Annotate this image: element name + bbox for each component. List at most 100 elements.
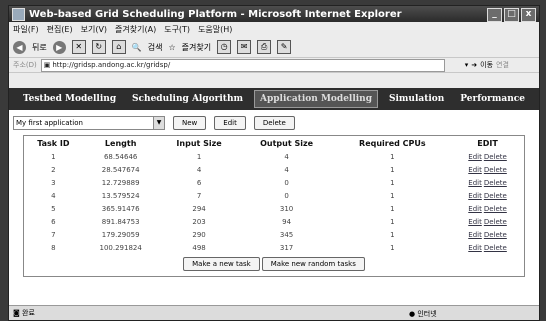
input-size-cell: 294	[192, 204, 206, 213]
window-controls: _ □ x	[487, 8, 536, 22]
header-input-size: Input Size	[176, 138, 222, 148]
row-delete-link[interactable]: Delete	[484, 179, 507, 187]
go-arrow-icon[interactable]: ➜	[471, 61, 477, 69]
edit-cell: Edit Delete	[451, 215, 524, 228]
input-size-cell: 4	[196, 165, 202, 174]
nav-application-modelling[interactable]: Application Modelling	[253, 90, 379, 108]
length-cell: 13.579524	[101, 191, 140, 200]
browser-toolbar: ◀ 뒤로 ▶ ✕ ↻ ⌂ 🔍 검색 ☆ 즐겨찾기 ◷ ✉ ⎙ ✎	[9, 37, 539, 57]
page-icon: ▣	[43, 60, 51, 69]
cpus-cell: 1	[390, 204, 395, 213]
row-edit-link[interactable]: Edit	[468, 218, 482, 226]
task-id-cell: 8	[51, 243, 56, 252]
edit-cell: Edit Delete	[451, 189, 524, 202]
cpus-cell: 1	[390, 217, 395, 226]
print-icon[interactable]: ⎙	[257, 40, 272, 54]
edit-cell: Edit Delete	[451, 241, 524, 254]
page-content: Testbed Modelling Scheduling Algorithm A…	[9, 88, 539, 305]
maximize-button[interactable]: □	[504, 8, 519, 22]
table-row: 3 12.729889 6 0 1 Edit Delete	[24, 176, 524, 189]
row-edit-link[interactable]: Edit	[468, 231, 482, 239]
address-input[interactable]: ▣ http://gridsp.andong.ac.kr/gridsp/	[40, 58, 445, 72]
row-edit-link[interactable]: Edit	[468, 205, 482, 213]
task-id-cell: 3	[51, 178, 56, 187]
close-button[interactable]: x	[521, 8, 536, 22]
row-delete-link[interactable]: Delete	[484, 231, 507, 239]
row-edit-link[interactable]: Edit	[468, 192, 482, 200]
menu-view[interactable]: 보기(V)	[81, 24, 107, 35]
task-id-cell: 1	[51, 152, 56, 161]
browser-window: Web-based Grid Scheduling Platform - Mic…	[8, 5, 540, 321]
table-row: 5 365.91476 294 310 1 Edit Delete	[24, 202, 524, 215]
mail-icon[interactable]: ✉	[237, 40, 252, 54]
edit-button[interactable]: Edit	[214, 116, 246, 130]
delete-button[interactable]: Delete	[253, 116, 295, 130]
back-label[interactable]: 뒤로	[32, 42, 47, 53]
length-cell: 12.729889	[101, 178, 140, 187]
application-select[interactable]: My first application ▼	[13, 116, 165, 130]
new-button[interactable]: New	[173, 116, 207, 130]
nav-testbed-modelling[interactable]: Testbed Modelling	[18, 91, 121, 107]
task-table-panel: Task ID Length Input Size Output Size Re…	[23, 135, 525, 277]
row-delete-link[interactable]: Delete	[484, 244, 507, 252]
row-delete-link[interactable]: Delete	[484, 192, 507, 200]
menu-file[interactable]: 파일(F)	[13, 24, 39, 35]
chevron-down-icon[interactable]: ▼	[153, 117, 164, 129]
nav-simulation[interactable]: Simulation	[384, 91, 449, 107]
row-edit-link[interactable]: Edit	[468, 153, 482, 161]
application-select-value: My first application	[16, 119, 83, 127]
edit-cell: Edit Delete	[451, 150, 524, 163]
table-row: 2 28.547674 4 4 1 Edit Delete	[24, 163, 524, 176]
make-new-task-button[interactable]: Make a new task	[183, 257, 260, 271]
input-size-cell: 7	[196, 191, 202, 200]
header-length: Length	[104, 138, 137, 148]
forward-arrow-icon[interactable]: ▶	[52, 40, 66, 54]
search-icon[interactable]: 🔍	[132, 43, 142, 52]
go-button[interactable]: 이동	[480, 60, 493, 70]
length-cell: 179.29059	[101, 230, 140, 239]
stop-icon[interactable]: ✕	[71, 40, 86, 54]
input-size-cell: 498	[192, 243, 206, 252]
home-icon[interactable]: ⌂	[111, 40, 126, 54]
favorites-star-icon[interactable]: ☆	[168, 43, 175, 52]
row-edit-link[interactable]: Edit	[468, 166, 482, 174]
output-size-cell: 0	[284, 191, 289, 200]
table-row: 1 68.54646 1 4 1 Edit Delete	[24, 150, 524, 163]
output-size-cell: 345	[279, 230, 294, 239]
row-edit-link[interactable]: Edit	[468, 244, 482, 252]
row-delete-link[interactable]: Delete	[484, 166, 507, 174]
output-size-cell: 4	[284, 165, 289, 174]
menu-favorites[interactable]: 즐겨찾기(A)	[115, 24, 156, 35]
input-size-cell: 6	[196, 178, 202, 187]
ie-icon	[12, 7, 25, 21]
make-random-tasks-button[interactable]: Make new random tasks	[261, 257, 365, 271]
edit-page-icon[interactable]: ✎	[277, 40, 292, 54]
menu-help[interactable]: 도움말(H)	[198, 24, 232, 35]
length-cell: 68.54646	[103, 152, 138, 161]
dropdown-icon[interactable]: ▾	[465, 61, 469, 69]
task-table: Task ID Length Input Size Output Size Re…	[24, 136, 524, 254]
task-id-cell: 6	[51, 217, 56, 226]
search-label[interactable]: 검색	[148, 42, 163, 53]
status-page-icon: ◙	[13, 309, 23, 317]
nav-scheduling-algorithm[interactable]: Scheduling Algorithm	[127, 91, 248, 107]
minimize-button[interactable]: _	[487, 8, 502, 22]
back-arrow-icon[interactable]: ◀	[13, 40, 26, 54]
title-bar: Web-based Grid Scheduling Platform - Mic…	[9, 6, 539, 22]
favorites-label[interactable]: 즐겨찾기	[182, 42, 211, 53]
row-delete-link[interactable]: Delete	[484, 205, 507, 213]
task-id-cell: 7	[51, 230, 56, 239]
row-delete-link[interactable]: Delete	[484, 153, 507, 161]
nav-performance[interactable]: Performance	[455, 91, 530, 107]
row-delete-link[interactable]: Delete	[484, 218, 507, 226]
table-row: 7 179.29059 290 345 1 Edit Delete	[24, 228, 524, 241]
refresh-icon[interactable]: ↻	[91, 40, 106, 54]
menu-edit[interactable]: 편집(E)	[47, 24, 73, 35]
history-icon[interactable]: ◷	[217, 40, 232, 54]
address-label: 주소(D)	[13, 61, 37, 69]
menu-tools[interactable]: 도구(T)	[164, 24, 190, 35]
cpus-cell: 1	[390, 152, 395, 161]
links-label[interactable]: 연결	[496, 60, 509, 70]
row-edit-link[interactable]: Edit	[468, 179, 482, 187]
zone-label: 인터넷	[417, 310, 437, 318]
